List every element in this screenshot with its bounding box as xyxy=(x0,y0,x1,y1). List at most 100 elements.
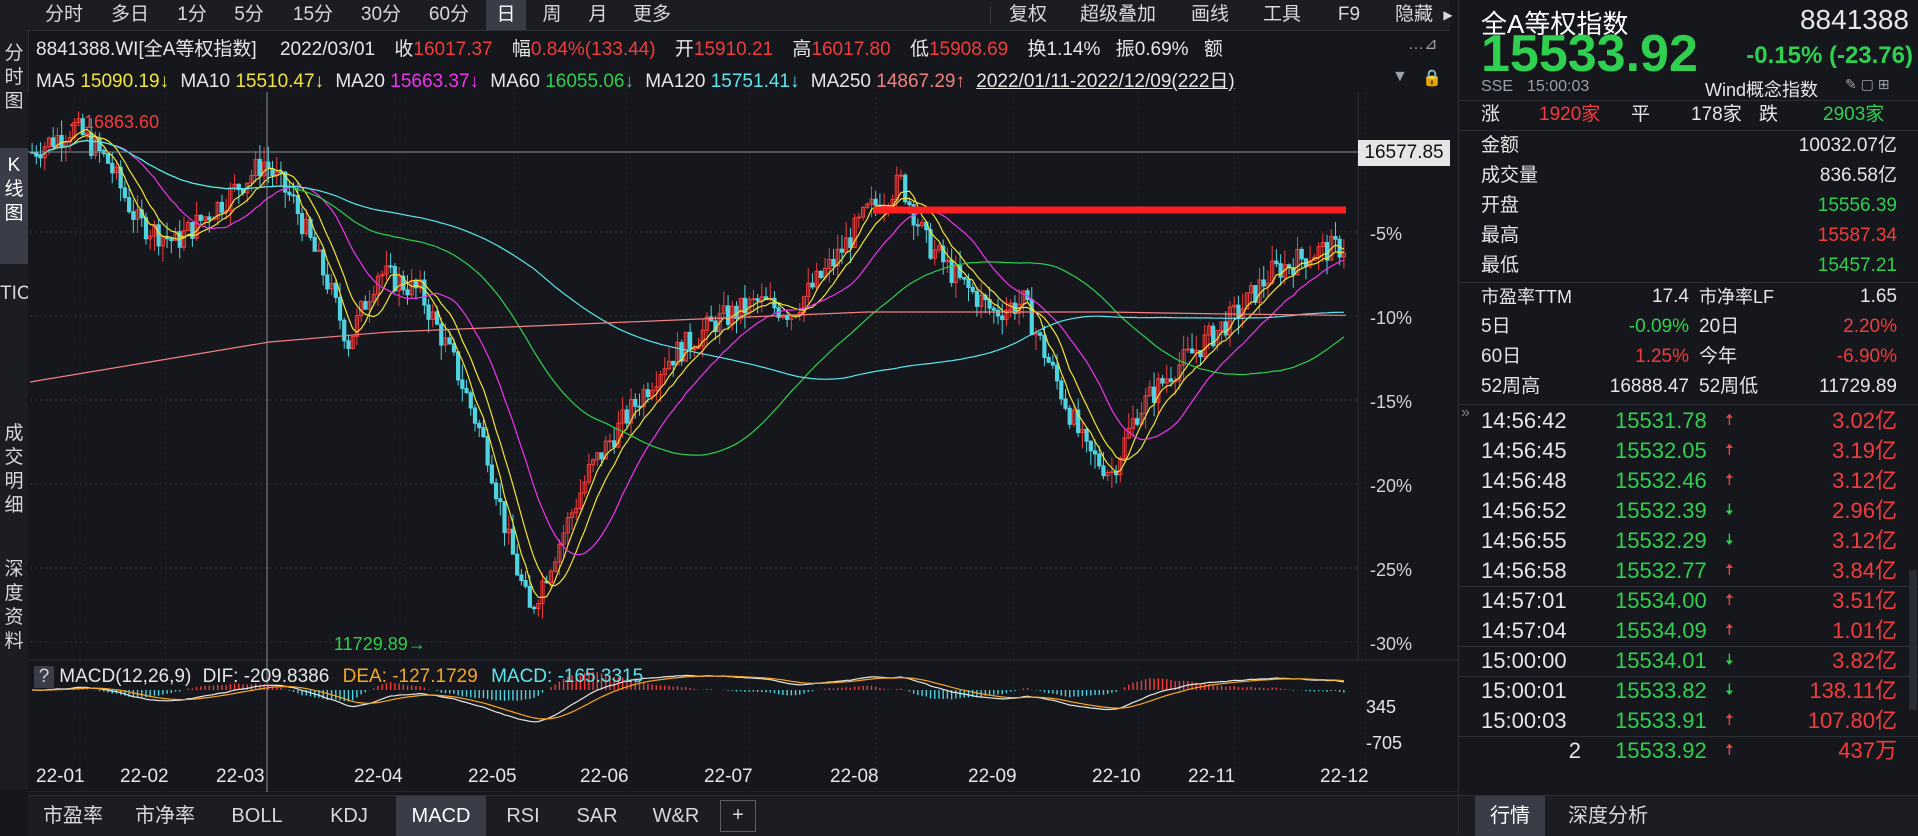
tab-boll[interactable]: BOLL xyxy=(212,796,302,836)
tab-30min[interactable]: 30分 xyxy=(350,0,412,30)
macd-dea: DEA: -127.1729 xyxy=(342,666,478,687)
tab-more[interactable]: 更多 xyxy=(624,0,680,30)
candle-body xyxy=(1299,248,1304,260)
candle-body xyxy=(966,278,971,288)
dropdown-icon[interactable]: ▼ xyxy=(1392,68,1408,86)
arrow-up-icon: 🠅 xyxy=(1725,472,1734,489)
tick-volume: 1.01亿 xyxy=(1832,618,1897,643)
tab-pe[interactable]: 市盈率 xyxy=(28,796,118,836)
vtab-kline[interactable]: K线图 xyxy=(0,148,28,264)
perf-label: 52周高 xyxy=(1481,376,1541,397)
candle-body xyxy=(1067,407,1072,425)
tab-pb[interactable]: 市净率 xyxy=(120,796,210,836)
tab-60min[interactable]: 60分 xyxy=(418,0,480,30)
tick-time: 14:56:55 xyxy=(1481,528,1567,553)
tab-intraday[interactable]: 分时 xyxy=(36,0,92,30)
tab-quote[interactable]: 行情 xyxy=(1475,796,1545,836)
x-label: 22-08 xyxy=(830,766,879,787)
tab-kdj[interactable]: KDJ xyxy=(304,796,394,836)
vtab-trades[interactable]: 成交明细 xyxy=(0,390,28,542)
tab-monthly[interactable]: 月 xyxy=(578,0,618,30)
stat-row: 金额 10032.07亿 xyxy=(1459,131,1918,161)
fall-count: 2903家 xyxy=(1823,104,1885,125)
help-icon[interactable]: ? xyxy=(34,666,54,688)
candle-body xyxy=(1046,356,1051,363)
vtab-intraday[interactable]: 分时图 xyxy=(0,42,28,114)
security-code: 8841388.WI[全A等权指数] xyxy=(36,39,257,60)
pct-label: -20% xyxy=(1370,476,1413,496)
candle-body xyxy=(342,319,347,342)
candle-body xyxy=(498,498,503,503)
tab-depth-analysis[interactable]: 深度分析 xyxy=(1553,796,1663,836)
expand-info-icon[interactable]: …⊿ xyxy=(1408,34,1437,54)
tab-wr[interactable]: W&R xyxy=(636,796,716,836)
edit-icon[interactable]: ✎ ▢ ⊞ xyxy=(1845,76,1889,93)
stat-row: 成交量 836.58亿 xyxy=(1459,161,1918,191)
collapse-right-icon[interactable]: ▶ xyxy=(1440,0,1456,30)
tick-price: 15532.39 xyxy=(1615,498,1707,523)
tab-1min[interactable]: 1分 xyxy=(168,0,216,30)
tick-row: 14:56:42 15531.78 🠅 3.02亿 xyxy=(1459,406,1918,436)
tab-5min[interactable]: 5分 xyxy=(224,0,274,30)
change-label: 幅 xyxy=(511,39,531,60)
tick-volume: 138.11亿 xyxy=(1809,678,1897,703)
change-value: 0.84%(133.44) xyxy=(530,39,656,60)
candle-body xyxy=(468,392,473,409)
concept-label[interactable]: Wind概念指数 xyxy=(1705,76,1818,102)
candle-body xyxy=(270,168,275,177)
tick-time: 14:56:58 xyxy=(1481,558,1567,583)
candle-body xyxy=(333,282,338,298)
pct-label: -25% xyxy=(1370,560,1413,580)
candle-body xyxy=(725,305,731,325)
tick-row: 14:56:45 15532.05 🠅 3.19亿 xyxy=(1459,436,1918,466)
candle-body xyxy=(915,224,920,227)
tick-price: 15533.91 xyxy=(1615,708,1707,733)
tools-button[interactable]: 工具 xyxy=(1254,0,1310,30)
f9-button[interactable]: F9 xyxy=(1326,0,1372,30)
tick-row: 15:00:03 15533.91 🠅 107.80亿 xyxy=(1459,706,1918,736)
candle-body xyxy=(1097,453,1102,467)
stat-label: 开盘 xyxy=(1481,195,1520,216)
tick-price: 15532.29 xyxy=(1615,528,1707,553)
ma5-value: 15090.19↓ xyxy=(80,71,170,92)
quote-info-bar: 8841388.WI[全A等权指数] 2022/03/01 收16017.37 … xyxy=(36,34,1223,61)
tab-multiday[interactable]: 多日 xyxy=(100,0,160,30)
tab-15min[interactable]: 15分 xyxy=(282,0,344,30)
candle-body xyxy=(122,187,128,199)
add-indicator-button[interactable]: + xyxy=(720,800,756,832)
tick-time: 14:56:42 xyxy=(1481,408,1567,433)
pb-label: 市净率LF xyxy=(1699,287,1775,307)
lock-icon[interactable]: 🔒 xyxy=(1422,68,1442,88)
candle-body xyxy=(810,282,815,288)
adjust-button[interactable]: 复权 xyxy=(1000,0,1056,30)
candle-body xyxy=(392,265,397,292)
perf-value: 2.20% xyxy=(1843,316,1897,337)
candle-body xyxy=(645,389,651,398)
draw-button[interactable]: 画线 xyxy=(1182,0,1238,30)
candle-body xyxy=(156,224,161,247)
ma5-label: MA5 xyxy=(36,71,76,92)
tab-rsi[interactable]: RSI xyxy=(488,796,558,836)
overlay-button[interactable]: 超级叠加 xyxy=(1070,0,1166,30)
bar-date: 2022/03/01 xyxy=(279,39,376,60)
perf-row: 5日 -0.09% 20日 2.20% xyxy=(1459,312,1918,342)
tick-price: 15533.82 xyxy=(1615,678,1707,703)
tick-volume: 2.96亿 xyxy=(1832,498,1897,523)
vtab-tick[interactable]: TICK xyxy=(0,258,43,392)
candle-body xyxy=(671,360,676,366)
tick-time: 14:56:45 xyxy=(1481,438,1567,463)
vtab-profile[interactable]: 深度资料 xyxy=(0,532,28,688)
candle-body xyxy=(38,155,43,159)
x-label: 22-11 xyxy=(1188,766,1236,787)
candle-body xyxy=(1151,386,1157,403)
scrollbar[interactable] xyxy=(1909,570,1917,710)
hide-button[interactable]: 隐藏 xyxy=(1388,0,1440,30)
tab-daily[interactable]: 日 xyxy=(486,0,526,30)
tab-macd[interactable]: MACD xyxy=(396,796,486,836)
tab-sar[interactable]: SAR xyxy=(562,796,632,836)
tab-weekly[interactable]: 周 xyxy=(532,0,572,30)
tick-time: 14:57:01 xyxy=(1481,588,1567,613)
candle-body xyxy=(1168,378,1174,382)
date-range[interactable]: 2022/01/11-2022/12/09(222日) xyxy=(976,71,1234,92)
exchange-label: SSE xyxy=(1481,78,1514,95)
